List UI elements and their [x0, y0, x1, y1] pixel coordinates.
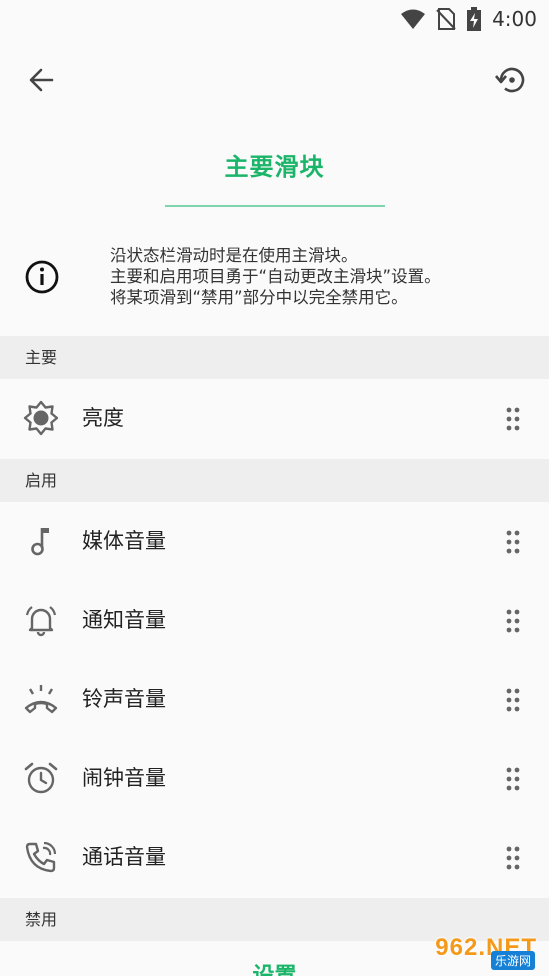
item-label: 通话音量 — [82, 845, 166, 869]
status-time: 4:00 — [492, 7, 537, 31]
alarm-clock-icon — [24, 762, 58, 794]
item-label: 通知音量 — [82, 608, 166, 632]
back-button[interactable] — [22, 62, 62, 98]
list-item[interactable]: 铃声音量 — [0, 660, 549, 739]
battery-charging-icon — [467, 7, 482, 31]
drag-handle-icon[interactable] — [505, 845, 521, 871]
brightness-icon — [23, 400, 59, 436]
drag-handle-icon[interactable] — [505, 687, 521, 713]
drag-handle-icon[interactable] — [505, 406, 521, 432]
section-header-primary: 主要 — [0, 336, 549, 379]
restore-icon — [495, 67, 525, 93]
status-bar: 4:00 — [0, 0, 549, 38]
bell-ring-icon — [25, 606, 57, 637]
item-label: 闹钟音量 — [82, 766, 166, 790]
info-line: 沿状态栏滑动时是在使用主滑块。 — [110, 246, 358, 265]
wifi-icon — [401, 9, 426, 29]
list-item[interactable]: 亮度 — [0, 379, 549, 458]
list-item[interactable]: 闹钟音量 — [0, 739, 549, 818]
reset-button[interactable] — [491, 60, 531, 100]
phone-call-icon — [25, 841, 57, 873]
section-header-enabled: 启用 — [0, 459, 549, 502]
no-sim-icon — [436, 8, 456, 30]
watermark-subtext: 乐游网 — [490, 951, 535, 970]
info-block: 沿状态栏滑动时是在使用主滑块。 主要和启用项目勇于“自动更改主滑块”设置。 将某… — [0, 235, 549, 335]
item-label: 亮度 — [82, 406, 124, 430]
drag-handle-icon[interactable] — [505, 608, 521, 634]
drag-handle-icon[interactable] — [505, 529, 521, 555]
info-line: 将某项滑到“禁用”部分中以完全禁用它。 — [110, 288, 408, 307]
item-label: 媒体音量 — [82, 529, 166, 553]
music-note-icon — [31, 528, 49, 556]
page-title: 主要滑块 — [224, 153, 325, 181]
info-line: 主要和启用项目勇于“自动更改主滑块”设置。 — [110, 267, 441, 286]
watermark-logo: 962.NET 乐游网 — [416, 932, 541, 970]
list-item[interactable]: 媒体音量 — [0, 502, 549, 581]
item-label: 铃声音量 — [82, 687, 166, 711]
app-bar — [0, 50, 549, 110]
title-underline — [165, 205, 385, 207]
arrow-back-icon — [29, 68, 54, 92]
info-icon — [25, 260, 59, 294]
info-text: 沿状态栏滑动时是在使用主滑块。 主要和启用项目勇于“自动更改主滑块”设置。 将某… — [110, 245, 530, 308]
drag-handle-icon[interactable] — [505, 766, 521, 792]
list-item[interactable]: 通知音量 — [0, 581, 549, 660]
phone-ring-icon — [24, 685, 58, 714]
list-item[interactable]: 通话音量 — [0, 818, 549, 897]
